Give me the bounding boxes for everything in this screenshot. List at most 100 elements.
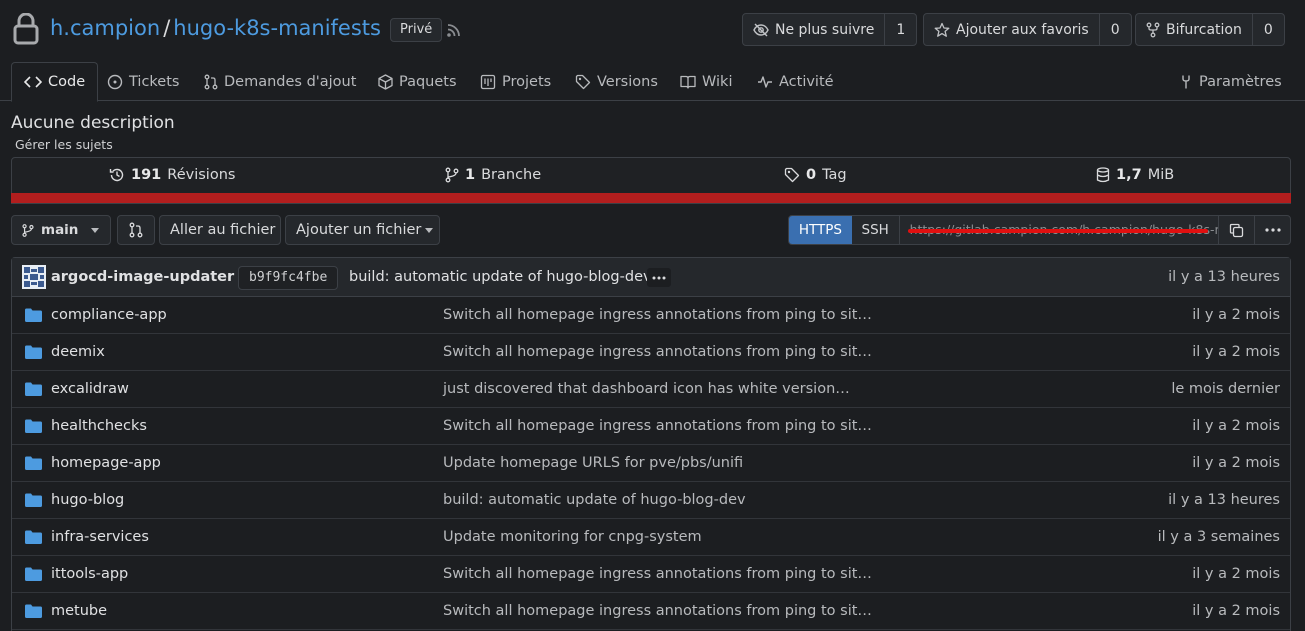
kebab-horizontal-icon [1264,228,1281,232]
package-icon [378,73,393,90]
file-commit-time: le mois dernier [1171,381,1280,397]
project-icon [480,74,496,90]
repo-name-link[interactable]: hugo-k8s-manifests [173,16,381,40]
file-name-link[interactable]: metube [51,603,107,619]
file-table: argocd-image-updater b9f9fc4fbe build: a… [11,257,1291,631]
tags-count: 0 [806,167,817,183]
size-stat: 1,7 MiB [1096,167,1174,183]
folder-icon [25,493,42,507]
commit-expand-button[interactable] [647,268,671,287]
tab-code[interactable]: Code [11,62,99,102]
tab-pull-requests[interactable]: Demandes d'ajout [204,62,356,101]
file-commit-message[interactable]: Switch all homepage ingress annotations … [443,603,872,619]
fork-count[interactable]: 0 [1253,14,1284,45]
tab-activity[interactable]: Activité [757,62,834,101]
tab-code-label: Code [48,74,86,90]
file-commit-time: il y a 3 semaines [1157,529,1280,545]
rss-icon[interactable] [446,22,462,38]
branches-stat[interactable]: 1 Branche [445,167,541,183]
folder-icon [25,530,42,544]
tab-wiki-label: Wiki [702,73,733,90]
caret-down-icon [425,227,434,233]
tab-projects[interactable]: Projets [480,62,551,101]
file-commit-message[interactable]: Switch all homepage ingress annotations … [443,344,872,360]
folder-icon [25,567,42,581]
clone-more-button[interactable] [1254,216,1290,244]
file-row: infra-services Update monitoring for cnp… [12,519,1290,556]
commits-count: 191 [131,167,162,183]
manage-topics-link[interactable]: Gérer les sujets [15,137,113,152]
star-button[interactable]: Ajouter aux favoris [924,14,1100,45]
copy-url-button[interactable] [1218,216,1254,244]
file-row: healthchecks Switch all homepage ingress… [12,408,1290,445]
tab-settings-label: Paramètres [1199,73,1282,90]
language-bar[interactable] [11,193,1291,203]
file-commit-message[interactable]: Update homepage URLS for pve/pbs/unifi [443,455,743,471]
compare-button[interactable] [117,215,155,245]
file-commit-time: il y a 2 mois [1192,603,1280,619]
file-commit-time: il y a 2 mois [1192,344,1280,360]
commit-message[interactable]: build: automatic update of hugo-blog-dev [349,269,652,285]
folder-icon [25,604,42,618]
tag-icon [784,167,800,183]
pulse-icon [757,75,773,89]
tab-packages[interactable]: Paquets [378,62,457,101]
file-name-link[interactable]: ittools-app [51,566,128,582]
folder-icon [25,382,42,396]
tab-wiki[interactable]: Wiki [680,62,732,101]
file-name-link[interactable]: deemix [51,344,105,360]
fork-button-group: Bifurcation 0 [1135,13,1285,46]
tab-versions[interactable]: Versions [575,62,658,101]
file-commit-message[interactable]: just discovered that dashboard icon has … [443,381,850,397]
file-commit-message[interactable]: Update monitoring for cnpg-system [443,529,702,545]
fork-button[interactable]: Bifurcation [1136,14,1253,45]
pull-request-icon [204,74,218,90]
file-commit-message[interactable]: build: automatic update of hugo-blog-dev [443,492,746,508]
branch-name: main [41,222,79,238]
commit-sha-link[interactable]: b9f9fc4fbe [238,266,339,290]
clone-https-button[interactable]: HTTPS [789,216,852,244]
repo-owner-link[interactable]: h.campion [50,16,160,40]
file-row: hugo-blog build: automatic update of hug… [12,482,1290,519]
file-name-link[interactable]: compliance-app [51,307,167,323]
commits-stat[interactable]: 191 Révisions [109,167,235,183]
file-commit-message[interactable]: Switch all homepage ingress annotations … [443,418,872,434]
file-name-link[interactable]: hugo-blog [51,492,124,508]
file-name-link[interactable]: infra-services [51,529,149,545]
file-commit-message[interactable]: Switch all homepage ingress annotations … [443,307,872,323]
avatar[interactable] [22,265,46,289]
unwatch-button[interactable]: Ne plus suivre [743,14,886,45]
file-commit-time: il y a 2 mois [1192,418,1280,434]
goto-file-button[interactable]: Aller au fichier [159,215,281,245]
tab-packages-label: Paquets [399,73,457,90]
branches-count: 1 [465,167,476,183]
branches-label: Branche [481,167,542,183]
watch-button-group: Ne plus suivre 1 [742,13,918,46]
file-row: excalidraw just discovered that dashboar… [12,371,1290,408]
branch-selector[interactable]: main [11,215,111,245]
commit-author-link[interactable]: argocd-image-updater [51,269,234,285]
star-count[interactable]: 0 [1100,14,1131,45]
tab-settings[interactable]: Paramètres [1179,62,1282,101]
watch-count[interactable]: 1 [885,14,916,45]
file-name-link[interactable]: excalidraw [51,381,129,397]
clone-url-input[interactable]: https://gitlab.campion.com/h.campion/hug… [900,216,1218,244]
tags-stat[interactable]: 0 Tag [784,167,847,183]
issue-icon [107,74,123,90]
file-name-link[interactable]: homepage-app [51,455,161,471]
file-name-link[interactable]: healthchecks [51,418,147,434]
clone-ssh-button[interactable]: SSH [852,216,900,244]
add-file-dropdown[interactable]: Ajouter un fichier [285,215,440,245]
book-icon [680,75,696,89]
clone-panel: HTTPS SSH https://gitlab.campion.com/h.c… [788,215,1291,245]
file-commit-time: il y a 2 mois [1192,566,1280,582]
file-commit-message[interactable]: Switch all homepage ingress annotations … [443,566,872,582]
star-label: Ajouter aux favoris [956,21,1089,38]
file-row: homepage-app Update homepage URLS for pv… [12,445,1290,482]
pull-request-icon [129,222,143,238]
tab-tickets[interactable]: Tickets [107,62,179,101]
commits-label: Révisions [167,167,236,183]
tab-tickets-label: Tickets [129,73,180,90]
folder-icon [25,456,42,470]
tab-versions-label: Versions [597,73,658,90]
